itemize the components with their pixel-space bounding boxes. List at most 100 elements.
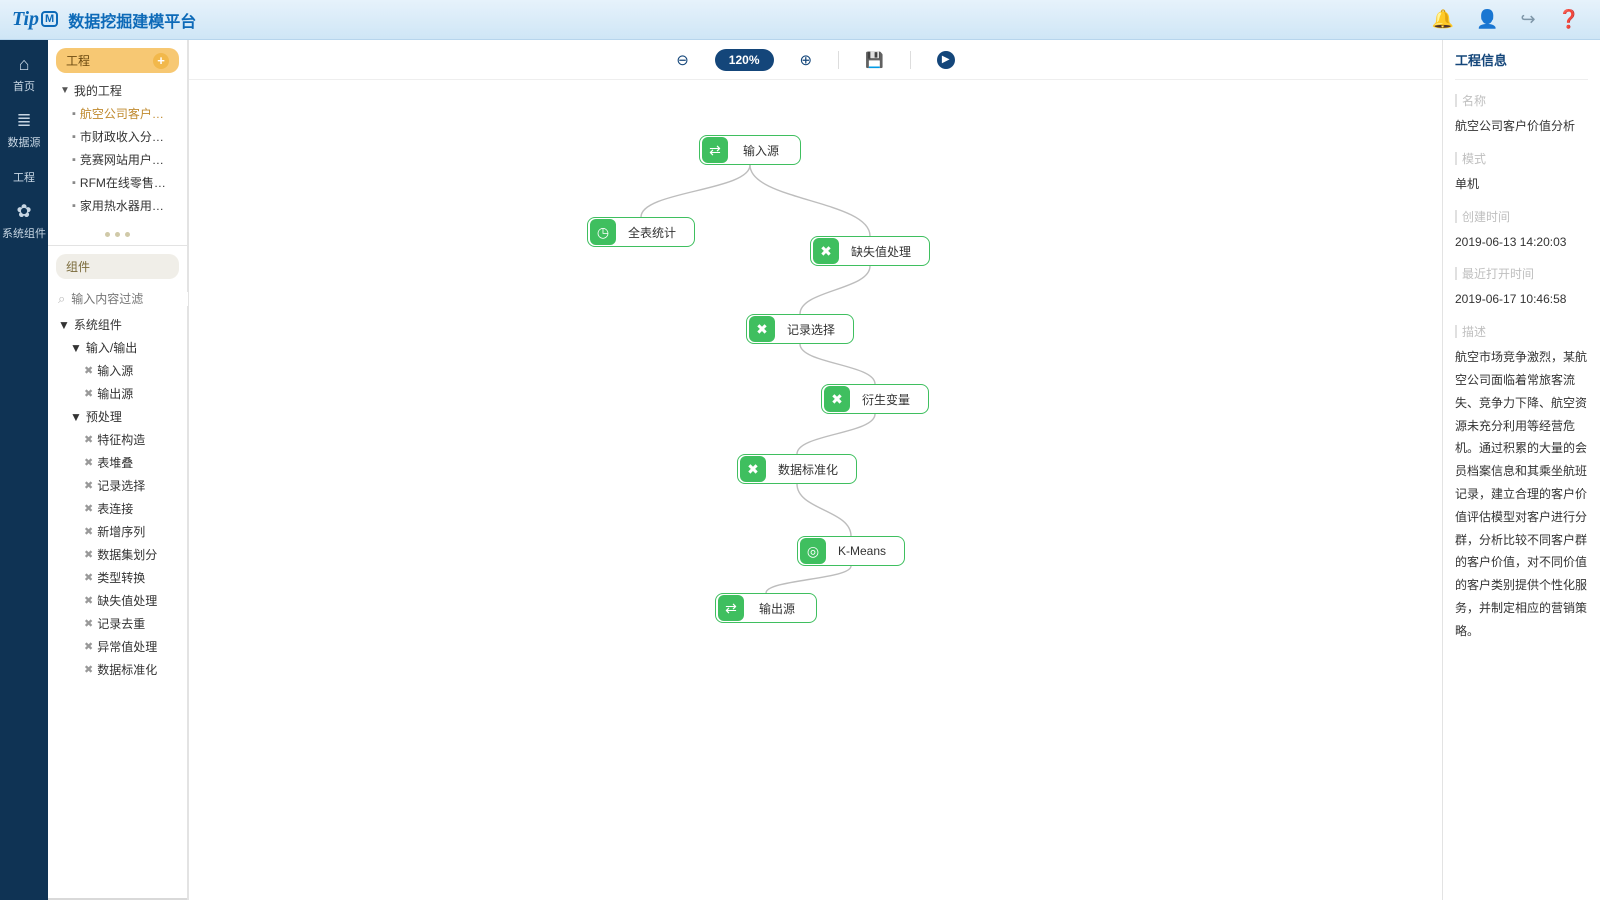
node-type-icon: ✖ <box>824 386 850 412</box>
zoom-in-button[interactable]: ⊕ <box>800 51 813 69</box>
save-button[interactable]: 💾 <box>865 51 884 69</box>
component-group[interactable]: ▼输入/输出 <box>58 336 183 359</box>
node-label: 全表统计 <box>618 224 694 241</box>
component-item-label: 数据标准化 <box>97 661 157 678</box>
projects-root[interactable]: ▼我的工程 <box>58 79 183 102</box>
components-header: 组件 <box>56 254 179 279</box>
component-group-label: 预处理 <box>86 408 122 425</box>
components-section: 组件 ⌕ ▼系统组件 ▼输入/输出✖输入源✖输出源▼预处理✖特征构造✖表堆叠✖记… <box>48 245 187 900</box>
logout-icon[interactable]: ↪ <box>1520 9 1535 30</box>
workflow-node[interactable]: ✖缺失值处理 <box>810 236 930 266</box>
operator-icon: ✖ <box>84 456 93 469</box>
workflow-node[interactable]: ◷全表统计 <box>587 217 695 247</box>
nav-components[interactable]: ✿系统组件 <box>0 193 48 249</box>
workflow-node[interactable]: ⇄输出源 <box>715 593 817 623</box>
project-item-label: 竞赛网站用户… <box>80 151 164 168</box>
operator-icon: ✖ <box>84 502 93 515</box>
project-item[interactable]: ▪RFM在线零售… <box>58 171 183 194</box>
workflow-node[interactable]: ⇄输入源 <box>699 135 801 165</box>
zoom-level[interactable]: 120% <box>715 49 774 71</box>
component-item[interactable]: ✖表连接 <box>58 497 183 520</box>
operator-icon: ✖ <box>84 548 93 561</box>
logo-m-badge: M <box>41 11 58 27</box>
home-icon: ⌂ <box>0 54 48 75</box>
separator <box>838 51 839 69</box>
header-actions: 🔔 👤 ↪ ❓ <box>1432 9 1588 30</box>
workflow-node[interactable]: ✖衍生变量 <box>821 384 929 414</box>
component-item[interactable]: ✖ 数据集划分 <box>58 543 183 566</box>
component-item[interactable]: ✖新增序列 <box>58 520 183 543</box>
bell-icon[interactable]: 🔔 <box>1432 9 1454 30</box>
node-label: 记录选择 <box>777 321 853 338</box>
user-icon[interactable]: 👤 <box>1476 9 1498 30</box>
operator-icon: ✖ <box>84 525 93 538</box>
project-item-label: RFM在线零售… <box>80 174 166 191</box>
file-icon: ▪ <box>72 154 76 166</box>
workflow-node[interactable]: ✖数据标准化 <box>737 454 857 484</box>
component-item-label: 数据集划分 <box>97 546 157 563</box>
workflow-canvas[interactable]: ⇄输入源◷全表统计✖缺失值处理✖记录选择✖衍生变量✖数据标准化◎K-Means⇄… <box>189 80 1442 900</box>
component-item[interactable]: ✖特征构造 <box>58 428 183 451</box>
nav-home[interactable]: ⌂首页 <box>0 46 48 102</box>
nav-datasource[interactable]: ≣数据源 <box>0 102 48 158</box>
caret-down-icon: ▼ <box>58 318 70 332</box>
components-icon: ✿ <box>0 201 48 222</box>
component-item-label: 类型转换 <box>97 569 145 586</box>
node-label: K-Means <box>828 544 904 558</box>
node-type-icon: ⇄ <box>702 137 728 163</box>
node-label: 输出源 <box>746 600 816 617</box>
operator-icon: ✖ <box>84 617 93 630</box>
component-item[interactable]: ✖ 表堆叠 <box>58 451 183 474</box>
component-group[interactable]: ▼ 预处理 <box>58 405 183 428</box>
panel-divider[interactable] <box>48 223 187 245</box>
node-type-icon: ✖ <box>813 238 839 264</box>
logo-tip-text: Tip <box>12 8 39 31</box>
app-logo: Tip M <box>12 8 58 31</box>
left-panel: 工程 + ▼我的工程 ▪航空公司客户…▪市财政收入分…▪竞赛网站用户…▪RFM在… <box>48 40 188 900</box>
project-item-label: 航空公司客户… <box>80 105 164 122</box>
project-item[interactable]: ▪ 竞赛网站用户… <box>58 148 183 171</box>
caret-down-icon: ▼ <box>70 410 82 424</box>
project-item-label: 家用热水器用… <box>80 197 164 214</box>
workflow-node[interactable]: ✖记录选择 <box>746 314 854 344</box>
project-item[interactable]: ▪航空公司客户… <box>58 102 183 125</box>
component-item[interactable]: ✖ 类型转换 <box>58 566 183 589</box>
component-item[interactable]: ✖ 记录去重 <box>58 612 183 635</box>
caret-down-icon: ▼ <box>70 341 82 355</box>
info-name-value: 航空公司客户价值分析 <box>1455 115 1588 138</box>
app-title: 数据挖掘建模平台 <box>68 8 196 32</box>
component-item-label: 表堆叠 <box>97 454 133 471</box>
nav-project[interactable]: 工程 <box>0 158 48 193</box>
operator-icon: ✖ <box>84 594 93 607</box>
workflow-node[interactable]: ◎K-Means <box>797 536 905 566</box>
component-item-label: 记录去重 <box>97 615 145 632</box>
help-icon[interactable]: ❓ <box>1558 9 1580 30</box>
components-root[interactable]: ▼系统组件 <box>58 313 183 336</box>
projects-tree: ▼我的工程 ▪航空公司客户…▪市财政收入分… ▪ 竞赛网站用户… ▪RFM在线零售…▪… <box>48 79 187 223</box>
component-item[interactable]: ✖异常值处理 <box>58 635 183 658</box>
component-item[interactable]: ✖缺失值处理 <box>58 589 183 612</box>
info-created-label: 创建时间 <box>1455 208 1588 225</box>
run-button[interactable]: ▶ <box>937 51 955 69</box>
info-panel: 工程信息 名称 航空公司客户价值分析 模式 单机 创建时间 2019-06-13… <box>1442 40 1600 900</box>
node-type-icon: ◷ <box>590 219 616 245</box>
operator-icon: ✖ <box>84 640 93 653</box>
component-item-label: 特征构造 <box>97 431 145 448</box>
zoom-out-button[interactable]: ⊖ <box>676 51 689 69</box>
info-opened-label: 最近打开时间 <box>1455 265 1588 282</box>
info-name-label: 名称 <box>1455 92 1588 109</box>
node-type-icon: ✖ <box>749 316 775 342</box>
project-item[interactable]: ▪市财政收入分… <box>58 125 183 148</box>
component-item[interactable]: ✖记录选择 <box>58 474 183 497</box>
add-project-button[interactable]: + <box>153 53 169 69</box>
components-tree: ▼系统组件 ▼输入/输出✖输入源✖输出源▼预处理✖特征构造✖表堆叠✖记录选择✖表… <box>48 313 187 900</box>
component-item[interactable]: ✖输入源 <box>58 359 183 382</box>
operator-icon: ✖ <box>84 571 93 584</box>
component-item[interactable]: ✖输出源 <box>58 382 183 405</box>
info-desc-value: 航空市场竞争激烈，某航空公司面临着常旅客流失、竞争力下降、航空资源未充分利用等经… <box>1455 346 1588 642</box>
node-label: 衍生变量 <box>852 391 928 408</box>
project-item[interactable]: ▪家用热水器用… <box>58 194 183 217</box>
info-created-value: 2019-06-13 14:20:03 <box>1455 231 1588 254</box>
operator-icon: ✖ <box>84 364 93 377</box>
component-item[interactable]: ✖数据标准化 <box>58 658 183 681</box>
